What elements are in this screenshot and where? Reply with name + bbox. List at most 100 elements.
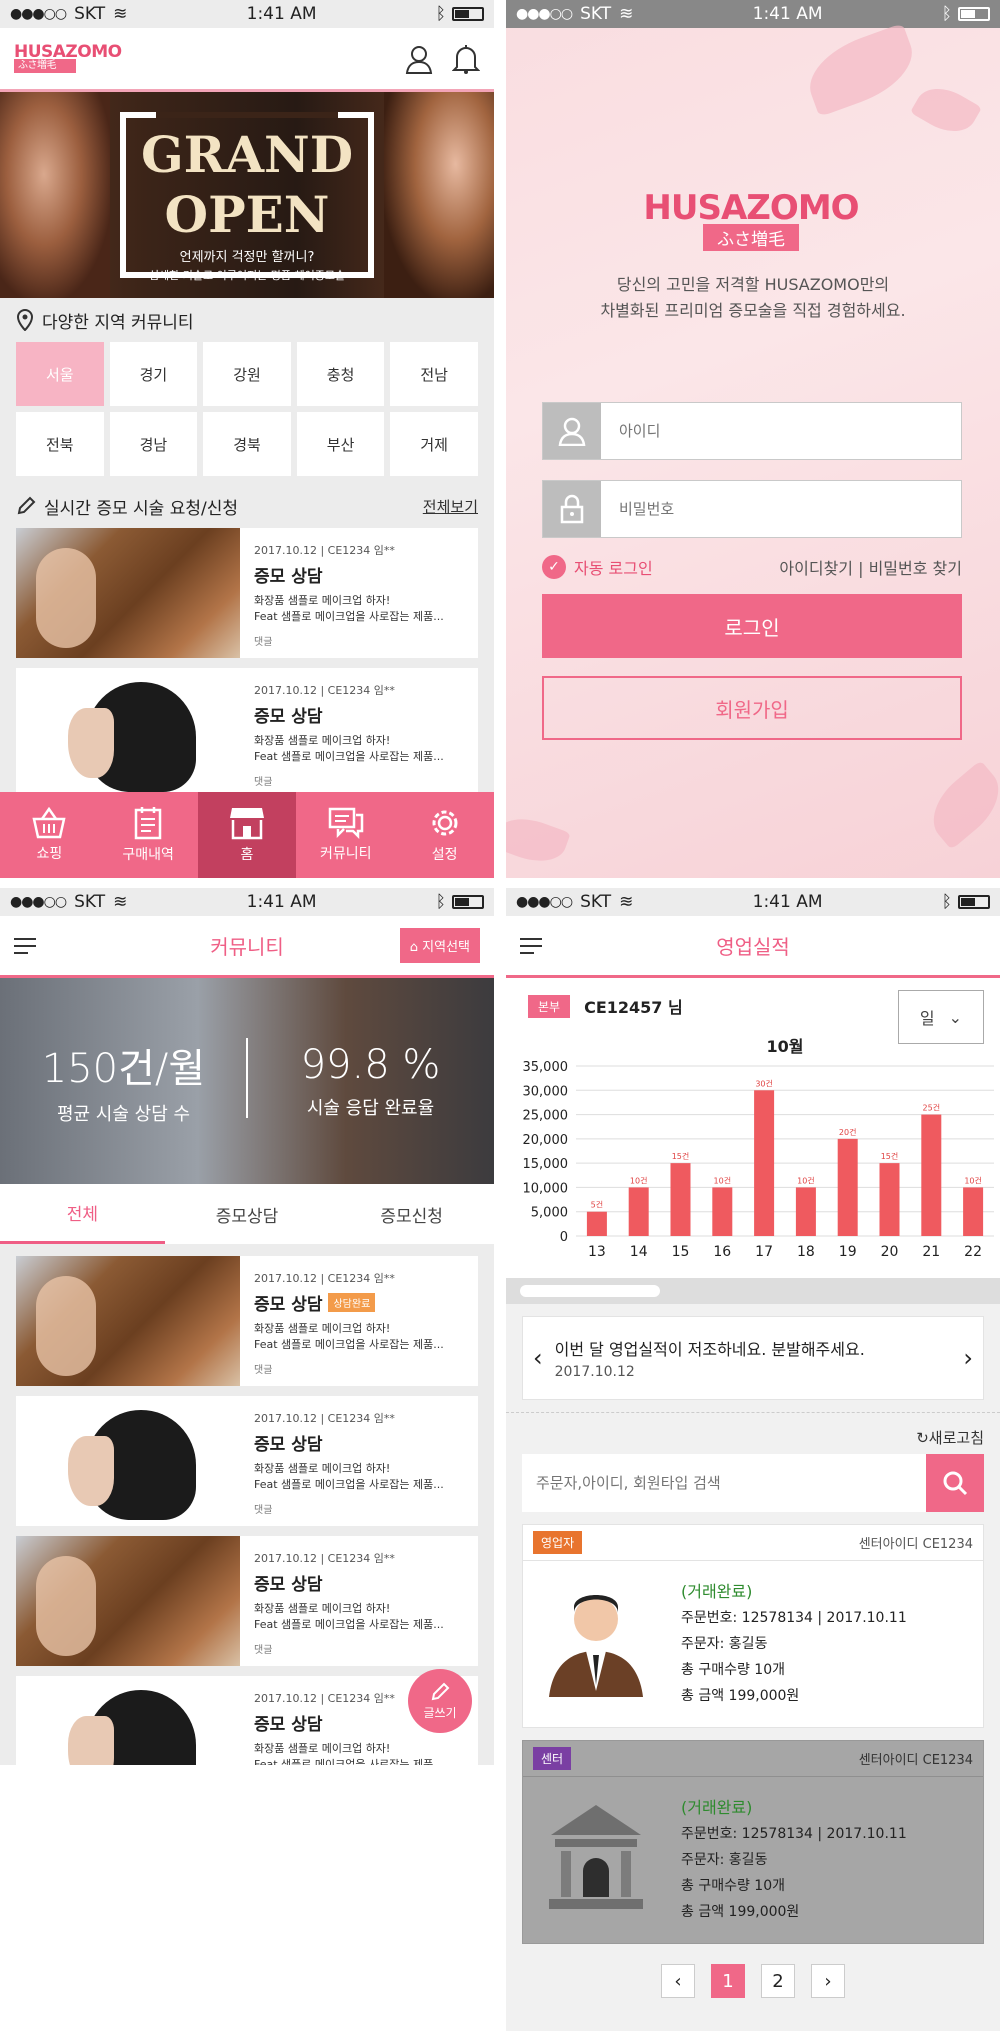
region-gyeongnam[interactable]: 경남 [109,412,198,476]
region-gangwon[interactable]: 강원 [203,342,291,406]
user-icon[interactable] [404,44,434,74]
x-tick-label: 22 [964,1244,982,1260]
tab-apply[interactable]: 증모신청 [329,1184,494,1244]
page-2[interactable]: 2 [761,1964,795,1998]
monthly-consult-label: 평균 시술 상담 수 [56,1104,191,1125]
order-card[interactable]: 영업자 센터아이디 CE1234 (거래완료) 주문번호: 12578134 | … [522,1524,984,1728]
refresh-icon: ↻ [916,1429,929,1447]
stats-hero: 150건/월 평균 시술 상담 수 99.8 % 시술 응답 완료율 [0,978,494,1184]
list-item[interactable]: 2017.10.12 | CE1234 임** 증모 상담 화장품 샘플로 메이… [16,668,478,798]
sales-screen: ●●●○○ SKT ≋ 1:41 AM ᛒ 영업실적 본부 CE12457 님 일 ⌄ … [506,888,1000,2031]
password-field [542,480,962,538]
data-label: 20건 [839,1127,857,1137]
data-label: 5건 [591,1200,603,1210]
id-input[interactable] [601,403,961,459]
refresh-label: 새로고침 [928,1429,984,1447]
bluetooth-icon: ᛒ [435,4,446,24]
card-title: 증모 상담 [254,567,323,587]
region-busan[interactable]: 부산 [296,412,385,476]
data-label: 10건 [630,1175,648,1185]
card-desc: 화장품 샘플로 메이크업 하자! [254,1602,391,1615]
card-meta: 2017.10.12 | CE1234 임** [254,1272,395,1285]
user-icon [558,417,586,446]
view-all-link[interactable]: 전체보기 [423,496,478,517]
chevron-left-icon[interactable]: ‹ [533,1344,543,1372]
list-item[interactable]: 2017.10.12 | CE1234 임** 증모 상담 화장품 샘플로 메이… [16,1396,478,1526]
order-card[interactable]: 센터 센터아이디 CE1234 (거래완료) 주문번호: 12578134 | 2… [522,1740,984,1944]
user-name: CE12457 님 [584,998,683,1017]
order-status: (거래완료) [681,1582,753,1601]
data-label: 15건 [881,1151,899,1161]
tab-consult[interactable]: 증모상담 [165,1184,330,1244]
page-1[interactable]: 1 [711,1964,745,1998]
request-section-header: 실시간 증모 시술 요청/신청 전체보기 [0,484,494,528]
card-comment: 댓글 [254,1365,273,1376]
list-item[interactable]: 2017.10.12 | CE1234 임** 증모 상담 상담완료 화장품 샘플… [16,1256,478,1386]
logo[interactable]: HUSAZOMO ふさ増毛 [14,43,122,73]
card-comment: 댓글 [254,1645,273,1656]
tab-label: 구매내역 [122,847,174,863]
order-number: 주문번호: 12578134 | 2017.10.11 [681,1610,907,1626]
search-input[interactable] [522,1454,926,1512]
card-desc: Feat 샘플로 메이크업을 사로잡는 제품... [254,1478,444,1491]
menu-icon[interactable] [520,937,542,954]
region-gyeonggi[interactable]: 경기 [109,342,198,406]
list-item[interactable]: 2017.10.12 | CE1234 임** 증모 상담 화장품 샘플로 메이… [16,1536,478,1666]
write-label: 글쓰기 [423,1705,457,1720]
bob-hair-photo [16,668,240,798]
bar [628,1187,649,1236]
next-page-button[interactable]: › [811,1964,845,1998]
battery-icon [957,7,990,21]
signup-button[interactable]: 회원가입 [542,676,962,740]
login-button[interactable]: 로그인 [542,594,962,658]
lock-icon [560,494,584,524]
divider [506,1412,1000,1413]
grand-open-banner[interactable]: GRAND OPEN 언제까지 걱정만 할꺼니? 섬세한 기술로 이루어지는 명… [0,92,494,298]
monthly-consult-value: 150건/월 [41,1046,206,1092]
bell-icon[interactable] [452,44,480,74]
card-comment: 댓글 [254,777,273,788]
card-title: 증모 상담 [254,1435,323,1455]
tab-all[interactable]: 전체 [0,1184,165,1244]
region-jeonbuk[interactable]: 전북 [16,412,104,476]
auto-login-checkbox[interactable]: ✓ 자동 로그인 [542,555,653,579]
refresh-button[interactable]: ↻새로고침 [506,1421,1000,1454]
banner-title-line2: OPEN [164,185,330,244]
password-input[interactable] [601,481,961,537]
list-item[interactable]: 2017.10.12 | CE1234 임** 증모 상담 화장품 샘플로 메이… [16,1676,478,1765]
clock: 1:41 AM [246,4,317,24]
tab-shopping[interactable]: 쇼핑 [0,792,99,878]
prev-page-button[interactable]: ‹ [661,1964,695,1998]
tab-label: 설정 [431,847,458,863]
tab-purchase-history[interactable]: 구매내역 [99,792,198,878]
find-account-links[interactable]: 아이디찾기 | 비밀번호 찾기 [779,555,962,579]
search-button[interactable] [926,1454,984,1512]
tab-settings[interactable]: 설정 [395,792,494,878]
signal-icon: ●●●○○ [516,894,573,910]
region-gyeongbuk[interactable]: 경북 [203,412,291,476]
region-chungcheong[interactable]: 충청 [296,342,385,406]
building-icon [549,1805,643,1909]
data-label: 10건 [714,1175,732,1185]
write-button[interactable]: 글쓰기 [408,1669,472,1733]
horizontal-scrollbar[interactable] [506,1278,1000,1304]
logo-subtext: ふさ増毛 [703,224,799,251]
chevron-right-icon[interactable]: › [963,1344,973,1372]
sales-chart-panel: 본부 CE12457 님 일 ⌄ 10월 35,000 30,000 25,000 20,0… [506,978,1000,1278]
menu-icon[interactable] [14,937,36,954]
divider [246,1038,248,1118]
region-geoje[interactable]: 거제 [390,412,478,476]
region-select-button[interactable]: ⌂ 지역선택 [399,928,480,963]
order-buyer: 주문자: 홍길동 [681,1852,768,1868]
tab-home[interactable]: 홈 [197,792,297,878]
list-item[interactable]: 2017.10.12 | CE1234 임** 증모 상담 화장품 샘플로 메이… [16,528,478,658]
region-section-header: 다양한 지역 커뮤니티 [0,298,494,342]
region-seoul[interactable]: 서울 [16,342,104,406]
region-jeonnam[interactable]: 전남 [390,342,478,406]
status-bar: ●●●○○ SKT ≋ 1:41 AM ᛒ [506,0,1000,28]
card-desc: 화장품 샘플로 메이크업 하자! [254,734,391,747]
bob-hair-photo [16,1676,240,1765]
tab-community[interactable]: 커뮤니티 [296,792,395,878]
y-tick-label: 15,000 [523,1157,569,1172]
response-rate-label: 시술 응답 완료율 [306,1098,435,1119]
